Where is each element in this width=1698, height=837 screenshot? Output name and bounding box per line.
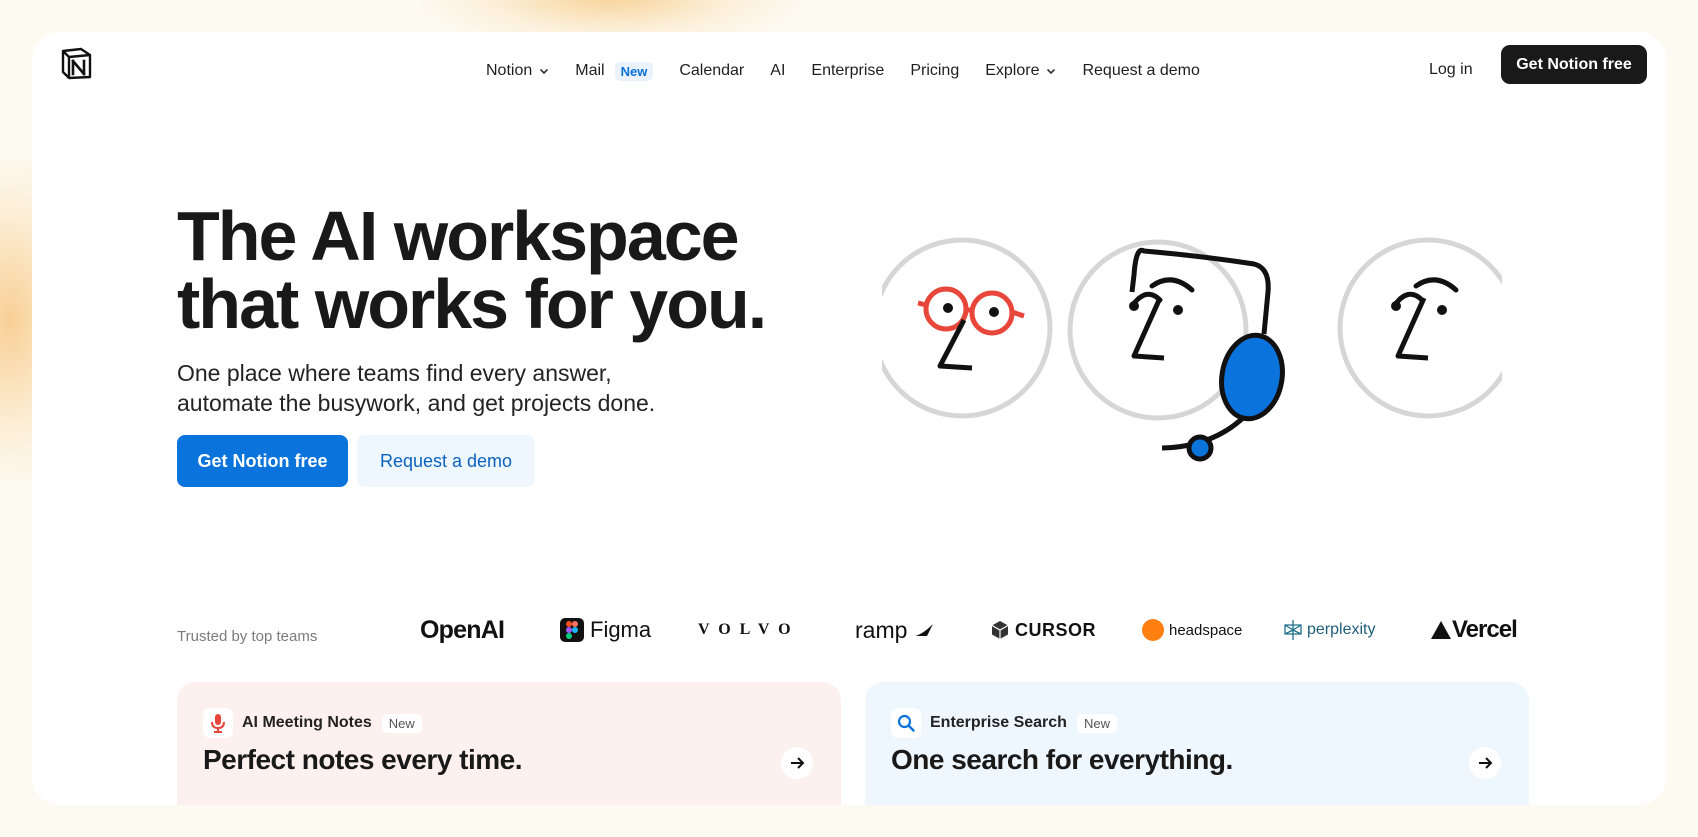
new-badge: New (1076, 713, 1117, 733)
hero-title: The AI workspace that works for you. (177, 197, 877, 343)
openai-logo: OpenAI (420, 615, 505, 644)
headspace-logo: headspace (1142, 612, 1242, 648)
card-title: Perfect notes every time. (203, 744, 523, 775)
ramp-logo-text: ramp (855, 616, 908, 643)
hero-subtitle-line2: automate the busywork, and get projects … (177, 390, 656, 416)
hero-subtitle: One place where teams find every answer,… (177, 358, 797, 418)
nav-item-pricing[interactable]: Pricing (910, 62, 959, 80)
arrow-right-icon[interactable] (1469, 747, 1501, 779)
face-with-headset-icon (1067, 239, 1285, 462)
ramp-logo: ramp (855, 612, 935, 648)
nav-item-request-demo[interactable]: Request a demo (1082, 62, 1199, 80)
new-badge: New (614, 61, 654, 81)
top-nav: Notion Mail New Calendar AI Enterprise P… (32, 56, 1666, 86)
get-notion-free-button[interactable]: Get Notion free (177, 435, 348, 487)
nav-item-mail[interactable]: Mail New (575, 61, 654, 81)
search-icon (891, 708, 921, 738)
nav-item-pricing-label: Pricing (910, 62, 960, 79)
card-header: Enterprise Search New (891, 708, 1117, 738)
card-ai-meeting-notes[interactable]: AI Meeting Notes New Perfect notes every… (177, 682, 841, 805)
ramp-icon (915, 624, 934, 636)
microphone-icon (203, 708, 233, 738)
perplexity-logo: perplexity (1283, 612, 1375, 648)
vercel-logo: Vercel (1430, 612, 1518, 648)
hero-title-line2: that works for you. (177, 265, 767, 343)
card-label: Enterprise Search (930, 714, 1067, 731)
figma-logo-text: Figma (590, 617, 652, 642)
nav-item-ai[interactable]: AI (770, 62, 785, 80)
figma-logo: Figma (560, 612, 651, 648)
headspace-icon (1142, 619, 1164, 641)
nav-item-calendar-label: Calendar (679, 62, 745, 79)
card-label: AI Meeting Notes (242, 714, 372, 731)
perplexity-logo-text: perplexity (1307, 621, 1376, 638)
nav-item-notion-label: Notion (486, 62, 533, 79)
perplexity-icon (1284, 620, 1302, 640)
nav-item-explore[interactable]: Explore (985, 62, 1056, 80)
hero-subtitle-line1: One place where teams find every answer, (177, 360, 612, 386)
vercel-logo-text: Vercel (1452, 616, 1518, 643)
headspace-logo-text: headspace (1169, 621, 1243, 639)
card-header: AI Meeting Notes New (203, 708, 422, 738)
vercel-triangle-icon (1431, 621, 1451, 639)
cursor-logo-text: CURSOR (1015, 619, 1097, 640)
cursor-icon (991, 621, 1009, 639)
figma-icon (560, 618, 584, 642)
hero-faces-illustration (882, 237, 1502, 462)
nav-item-calendar[interactable]: Calendar (679, 62, 744, 80)
arrow-right-icon[interactable] (781, 747, 813, 779)
face-with-glasses-icon (882, 237, 1053, 419)
chevron-down-icon (1047, 68, 1056, 75)
login-link[interactable]: Log in (1429, 61, 1473, 79)
volvo-logo: VOLVO (698, 621, 800, 638)
request-demo-button[interactable]: Request a demo (357, 435, 535, 487)
customer-logos: OpenAI Figma VOLVO ramp CURSOR headspace… (32, 612, 1666, 648)
new-badge: New (381, 713, 422, 733)
page-window: Notion Mail New Calendar AI Enterprise P… (32, 32, 1666, 805)
nav-links: Notion Mail New Calendar AI Enterprise P… (486, 56, 1226, 86)
nav-item-notion[interactable]: Notion (486, 62, 549, 80)
nav-item-request-demo-label: Request a demo (1082, 62, 1200, 79)
card-title: One search for everything. (891, 744, 1233, 775)
nav-item-explore-label: Explore (985, 62, 1040, 79)
card-enterprise-search[interactable]: Enterprise Search New One search for eve… (865, 682, 1529, 805)
nav-item-ai-label: AI (770, 62, 786, 79)
nav-item-mail-label: Mail (575, 62, 605, 79)
get-notion-free-nav-button[interactable]: Get Notion free (1501, 45, 1647, 84)
face-plain-icon (1337, 237, 1502, 419)
nav-item-enterprise-label: Enterprise (811, 62, 885, 79)
cursor-logo: CURSOR (991, 612, 1096, 648)
nav-item-enterprise[interactable]: Enterprise (811, 62, 884, 80)
hero-title-line1: The AI workspace (177, 197, 740, 275)
chevron-down-icon (540, 68, 549, 75)
